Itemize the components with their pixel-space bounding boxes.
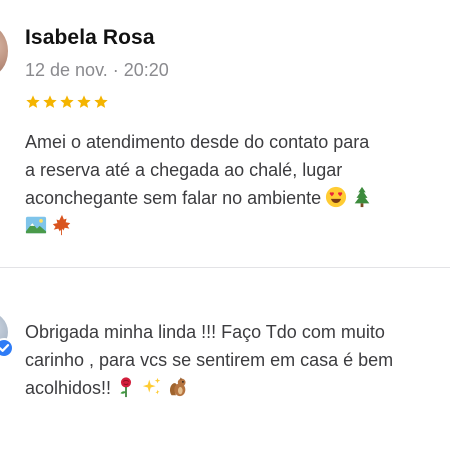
- reviewer-name[interactable]: Isabela Rosa: [25, 26, 155, 50]
- review-text-line: a reserva até a chegada ao chalé, lugar: [25, 160, 343, 180]
- landscape-emoji-icon: [25, 214, 47, 236]
- divider: [0, 267, 450, 268]
- star-icon: [93, 94, 109, 114]
- rose-emoji-icon: [115, 376, 137, 398]
- review-text-line-content: aconchegante sem falar no ambiente: [25, 188, 322, 208]
- reply-text: Obrigada minha linda !!! Faço Tdo com mu…: [25, 318, 450, 402]
- review-timestamp: 12 de nov. · 20:20: [25, 60, 169, 80]
- star-rating: [25, 94, 109, 114]
- maple-leaf-emoji-icon: [51, 214, 73, 236]
- star-icon: [76, 94, 92, 114]
- reply-text-line: Obrigada minha linda !!! Faço Tdo com mu…: [25, 322, 385, 342]
- review-text-line: Amei o atendimento desde do contato para: [25, 132, 370, 152]
- sparkles-emoji-icon: [141, 376, 163, 398]
- star-icon: [25, 94, 41, 114]
- star-icon: [42, 94, 58, 114]
- pine-tree-emoji-icon: [351, 186, 373, 208]
- heart-eyes-emoji-icon: [325, 186, 347, 208]
- review-screen: Isabela Rosa 12 de nov. · 20:20 Amei o a…: [0, 0, 450, 450]
- reply-text-line: carinho , para vcs se sentirem em casa é…: [25, 350, 394, 370]
- review-text-line: aconchegante sem falar no ambiente: [25, 184, 450, 212]
- reply-text-line: acolhidos!!: [25, 374, 450, 402]
- reply-text-line-content: acolhidos!!: [25, 378, 112, 398]
- reviewer-avatar[interactable]: [0, 26, 8, 76]
- review-text-line: [25, 212, 450, 240]
- review-text: Amei o atendimento desde do contato para…: [25, 128, 450, 240]
- chipmunk-emoji-icon: [167, 376, 189, 398]
- star-icon: [59, 94, 75, 114]
- verified-badge-icon: [0, 338, 14, 358]
